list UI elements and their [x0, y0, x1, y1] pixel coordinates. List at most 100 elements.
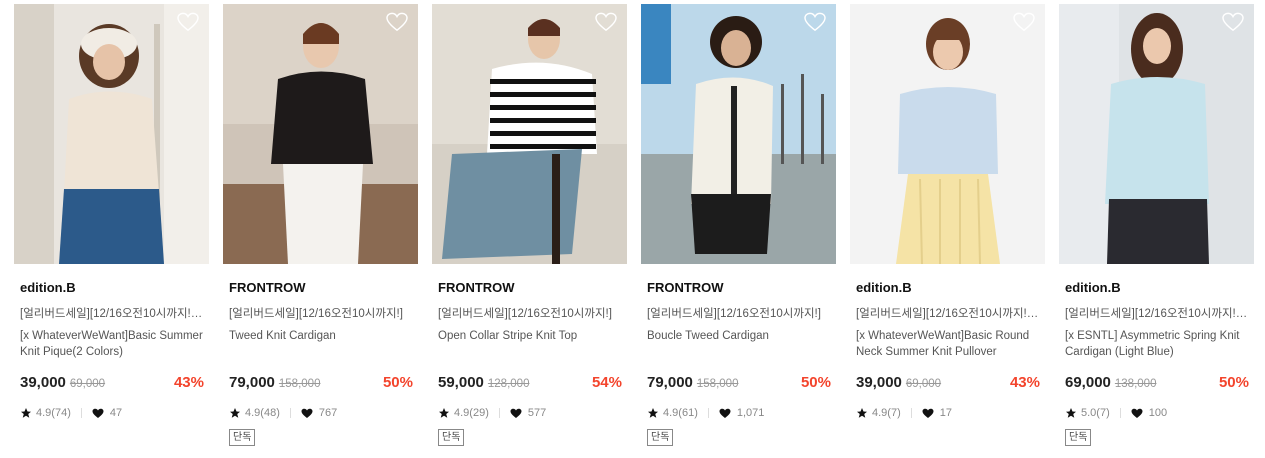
product-card[interactable]: FRONTROW [얼리버드세일][12/16오전10시까지!] Boucle …	[641, 4, 836, 446]
meta-row: 4.9(61) 1,071	[647, 404, 836, 422]
like-count: 100	[1148, 407, 1168, 419]
product-card[interactable]: FRONTROW [얼리버드세일][12/16오전10시까지!] Tweed K…	[223, 4, 418, 446]
heart-filled-icon	[719, 408, 731, 418]
divider	[1119, 408, 1121, 418]
star-icon	[439, 408, 449, 418]
original-price: 69,000	[905, 378, 942, 390]
product-name[interactable]: [x ESNTL] Asymmetric Spring Knit Cardiga…	[1065, 328, 1251, 360]
price-row: 69,000 138,000 50%	[1065, 374, 1249, 394]
discount-rate: 54%	[591, 374, 622, 391]
brand-name[interactable]: edition.B	[1065, 280, 1254, 296]
exclusive-badge: 단독	[229, 429, 256, 446]
product-photo	[850, 4, 1045, 264]
star-icon	[1066, 408, 1076, 418]
heart-icon[interactable]	[386, 12, 408, 32]
product-card[interactable]: edition.B [얼리버드세일][12/16오전10시까지!] 얼리버드 할…	[14, 4, 209, 422]
rating-text: 5.0(7)	[1081, 407, 1110, 419]
sale-price: 39,000	[856, 374, 902, 391]
like-count: 1,071	[736, 407, 765, 419]
original-price: 128,000	[487, 378, 530, 390]
product-image[interactable]	[1059, 4, 1254, 264]
price-row: 39,000 69,000 43%	[856, 374, 1040, 394]
sale-price: 59,000	[438, 374, 484, 391]
like-count: 47	[109, 407, 123, 419]
product-photo	[432, 4, 627, 264]
discount-rate: 50%	[1218, 374, 1249, 391]
meta-row: 4.9(74) 47	[20, 404, 209, 422]
product-name[interactable]: Boucle Tweed Cardigan	[647, 328, 833, 360]
striped-top	[487, 62, 597, 154]
promo-text: [얼리버드세일][12/16오전10시까지!]	[438, 308, 612, 320]
rating-text: 4.9(48)	[245, 407, 280, 419]
promo-text: [얼리버드세일][12/16오전10시까지!]	[229, 308, 403, 320]
product-photo	[1059, 4, 1254, 264]
product-card[interactable]: edition.B [얼리버드세일][12/16오전10시까지!] 얼리버드 할…	[1059, 4, 1254, 446]
meta-row: 4.9(7) 17	[856, 404, 1045, 422]
product-image[interactable]	[14, 4, 209, 264]
heart-filled-icon	[301, 408, 313, 418]
product-photo	[223, 4, 418, 264]
heart-icon[interactable]	[1222, 12, 1244, 32]
original-price: 138,000	[1114, 378, 1157, 390]
meta-row: 4.9(48) 767	[229, 404, 418, 422]
discount-rate: 50%	[800, 374, 831, 391]
original-price: 69,000	[69, 378, 106, 390]
divider	[80, 408, 82, 418]
price-row: 79,000 158,000 50%	[647, 374, 831, 394]
sale-price: 69,000	[1065, 374, 1111, 391]
promo-text: [얼리버드세일][12/16오전10시까지!] 얼리버드 할인	[856, 308, 1040, 320]
original-price: 158,000	[696, 378, 739, 390]
sale-price: 79,000	[229, 374, 275, 391]
brand-name[interactable]: FRONTROW	[647, 280, 836, 296]
meta-row: 4.9(29) 577	[438, 404, 627, 422]
original-price: 158,000	[278, 378, 321, 390]
heart-filled-icon	[1131, 408, 1143, 418]
divider	[910, 408, 912, 418]
promo-text: [얼리버드세일][12/16오전10시까지!] 얼리버드 할인	[1065, 308, 1249, 320]
product-grid: edition.B [얼리버드세일][12/16오전10시까지!] 얼리버드 할…	[0, 0, 1265, 458]
product-photo	[14, 4, 209, 264]
product-name[interactable]: Open Collar Stripe Knit Top	[438, 328, 624, 360]
exclusive-badge: 단독	[1065, 429, 1092, 446]
price-row: 39,000 69,000 43%	[20, 374, 204, 394]
heart-filled-icon	[922, 408, 934, 418]
heart-icon[interactable]	[804, 12, 826, 32]
product-name[interactable]: [x WhateverWeWant]Basic Round Neck Summe…	[856, 328, 1042, 360]
star-icon	[21, 408, 31, 418]
star-icon	[857, 408, 867, 418]
heart-icon[interactable]	[177, 12, 199, 32]
heart-filled-icon	[92, 408, 104, 418]
exclusive-badge: 단독	[647, 429, 674, 446]
product-image[interactable]	[432, 4, 627, 264]
rating-text: 4.9(74)	[36, 407, 71, 419]
heart-filled-icon	[510, 408, 522, 418]
product-image[interactable]	[223, 4, 418, 264]
like-count: 17	[939, 407, 952, 419]
like-count: 577	[527, 407, 547, 419]
sale-price: 79,000	[647, 374, 693, 391]
promo-text: [얼리버드세일][12/16오전10시까지!]	[647, 308, 821, 320]
product-card[interactable]: edition.B [얼리버드세일][12/16오전10시까지!] 얼리버드 할…	[850, 4, 1045, 422]
heart-icon[interactable]	[1013, 12, 1035, 32]
brand-name[interactable]: FRONTROW	[438, 280, 627, 296]
discount-rate: 43%	[173, 374, 204, 391]
price-row: 59,000 128,000 54%	[438, 374, 622, 394]
discount-rate: 43%	[1009, 374, 1040, 391]
brand-name[interactable]: edition.B	[856, 280, 1045, 296]
rating-text: 4.9(29)	[454, 407, 489, 419]
rating-text: 4.9(7)	[872, 407, 901, 419]
product-name[interactable]: Tweed Knit Cardigan	[229, 328, 415, 360]
like-count: 767	[318, 407, 338, 419]
product-card[interactable]: FRONTROW [얼리버드세일][12/16오전10시까지!] Open Co…	[432, 4, 627, 446]
product-image[interactable]	[641, 4, 836, 264]
product-photo	[641, 4, 836, 264]
meta-row: 5.0(7) 100	[1065, 404, 1254, 422]
exclusive-badge: 단독	[438, 429, 465, 446]
divider	[498, 408, 500, 418]
brand-name[interactable]: edition.B	[20, 280, 209, 296]
heart-icon[interactable]	[595, 12, 617, 32]
sale-price: 39,000	[20, 374, 66, 391]
brand-name[interactable]: FRONTROW	[229, 280, 418, 296]
product-image[interactable]	[850, 4, 1045, 264]
product-name[interactable]: [x WhateverWeWant]Basic Summer Knit Piqu…	[20, 328, 206, 360]
